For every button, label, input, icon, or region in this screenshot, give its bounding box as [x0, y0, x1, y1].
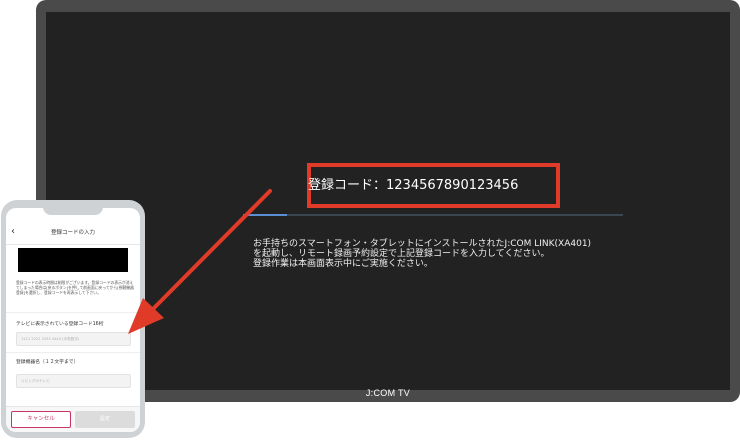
phone-footer: キャンセル 設定 [6, 406, 140, 432]
progress-bar [243, 214, 623, 216]
notice-text: 登録コードの表示時間は制限がございます。登録コードの表示が消えてしまった場合は[… [16, 280, 134, 295]
instructions: お手持ちのスマートフォン・タブレットにインストールされたJ:COM LINK(X… [253, 239, 653, 269]
tv-screen: 登録コード：1234567890123456 お手持ちのスマートフォン・タブレッ… [46, 12, 730, 390]
code-field-label: テレビに表示されている登録コード16桁 [16, 322, 104, 327]
device-name-input[interactable]: リビングのテレビ [16, 374, 131, 388]
code-display-area [18, 248, 128, 272]
page-title: 登録コードの入力 [50, 230, 95, 236]
instruction-line: 登録作業は本画面表示中にご実施ください。 [253, 259, 433, 269]
phone-screen: ‹ 登録コードの入力 登録コードの表示時間は制限がございます。登録コードの表示が… [6, 208, 140, 432]
divider [6, 352, 140, 353]
instruction-line: を起動し、リモート録画予約設定で上記登録コードを入力してください。 [253, 249, 550, 259]
instruction-line: お手持ちのスマートフォン・タブレットにインストールされたJ:COM LINK(X… [253, 239, 592, 249]
phone-notch [43, 208, 103, 215]
code-input[interactable]: 1111 2222 3333 4444 (半角数字) [16, 332, 131, 346]
divider [6, 312, 140, 313]
progress-fill [243, 214, 287, 216]
cancel-button[interactable]: キャンセル [11, 411, 71, 428]
device-name-label: 登録機器名（１２文字まで） [16, 360, 79, 365]
registration-code: 登録コード：1234567890123456 [308, 178, 519, 193]
phone-frame: ‹ 登録コードの入力 登録コードの表示時間は制限がございます。登録コードの表示が… [1, 200, 145, 438]
settings-button[interactable]: 設定 [75, 411, 135, 428]
phone-header: ‹ 登録コードの入力 [6, 224, 140, 245]
